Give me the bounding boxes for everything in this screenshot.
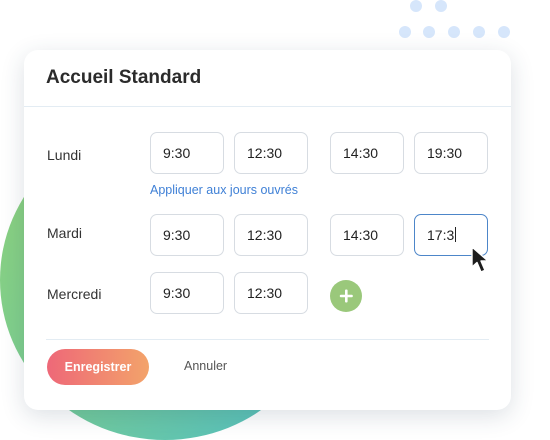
time-input-mardi-2[interactable]: 12:30 [234, 214, 308, 256]
card-title: Accueil Standard [46, 67, 202, 88]
text-caret [455, 227, 457, 242]
time-input-lundi-2[interactable]: 12:30 [234, 132, 308, 174]
time-input-lundi-1[interactable]: 9:30 [150, 132, 224, 174]
time-input-lundi-4[interactable]: 19:30 [414, 132, 488, 174]
dot [399, 26, 411, 38]
time-input-mercredi-2[interactable]: 12:30 [234, 272, 308, 314]
schedule-card: Accueil Standard Lundi 9:30 12:30 14:30 … [24, 50, 511, 410]
dot [448, 26, 460, 38]
day-label-mardi: Mardi [47, 225, 83, 241]
time-input-mardi-4-value: 17:3 [427, 227, 455, 243]
decorative-dots [398, 0, 518, 42]
dot [410, 0, 422, 12]
dot [423, 26, 435, 38]
divider [24, 106, 511, 107]
dot [498, 26, 510, 38]
day-label-mercredi: Mercredi [47, 286, 102, 302]
time-input-mercredi-1[interactable]: 9:30 [150, 272, 224, 314]
add-slot-button[interactable] [330, 280, 362, 312]
day-label-lundi: Lundi [47, 147, 82, 163]
cancel-button[interactable]: Annuler [184, 359, 227, 373]
time-input-mardi-3[interactable]: 14:30 [330, 214, 404, 256]
dot [473, 26, 485, 38]
apply-weekdays-link[interactable]: Appliquer aux jours ouvrés [150, 183, 298, 197]
dot [435, 0, 447, 12]
mouse-pointer-icon [471, 246, 489, 273]
save-button[interactable]: Enregistrer [47, 349, 149, 385]
plus-icon [339, 289, 353, 303]
time-input-lundi-3[interactable]: 14:30 [330, 132, 404, 174]
time-input-mardi-1[interactable]: 9:30 [150, 214, 224, 256]
divider [46, 339, 489, 340]
